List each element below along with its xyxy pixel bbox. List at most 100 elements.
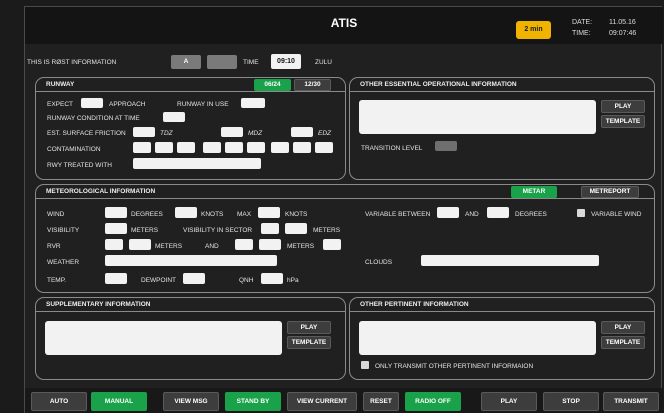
radio-off-button[interactable]: RADIO OFF [405, 392, 461, 411]
runway-in-use-label: RUNWAY IN USE [177, 101, 229, 108]
variable-wind-checkbox[interactable] [577, 209, 585, 217]
rvr-and-label: AND [205, 243, 219, 250]
visibility-sector-label: VISIBILITY IN SECTOR [183, 227, 253, 234]
other-essential-textbox[interactable] [359, 100, 596, 134]
pertinent-textbox[interactable] [359, 321, 596, 355]
runway-in-use-field[interactable] [241, 98, 265, 108]
variable-degrees-label: DEGREES [515, 211, 547, 218]
transition-level-field[interactable] [435, 141, 457, 151]
runway-1230-button[interactable]: 12/30 [294, 79, 331, 91]
reset-button[interactable]: RESET [363, 392, 399, 411]
manual-button[interactable]: MANUAL [91, 392, 147, 411]
contamination-field-3[interactable] [177, 142, 195, 153]
temp-field[interactable] [105, 273, 127, 284]
app-title: ATIS [330, 16, 358, 30]
wind-max-field[interactable] [258, 207, 280, 218]
auto-button[interactable]: AUTO [31, 392, 87, 411]
contamination-field-8[interactable] [293, 142, 311, 153]
rvr-label: RVR [47, 243, 61, 250]
rvr-meters-label: METERS [155, 243, 183, 250]
expect-label: EXPECT [47, 101, 74, 108]
expect-field[interactable] [81, 98, 103, 108]
info-time-field[interactable]: 09:10 [271, 54, 301, 69]
visibility-sector-meters-label: METERS [313, 227, 341, 234]
only-transmit-checkbox[interactable] [361, 361, 369, 369]
other-essential-play-button[interactable]: PLAY [601, 100, 645, 113]
rvr-field-5[interactable] [323, 239, 341, 250]
play-button[interactable]: PLAY [481, 392, 537, 411]
variable-from-field[interactable] [437, 207, 459, 218]
info-prefix: THIS IS RØST INFORMATION [27, 59, 117, 66]
qnh-field[interactable] [261, 273, 283, 284]
degrees-label: DEGREES [131, 211, 163, 218]
variable-wind-label: VARIABLE WIND [591, 211, 642, 218]
time-value: 09:07:46 [609, 30, 637, 37]
clouds-label: CLOUDS [365, 259, 393, 266]
runway-0624-button[interactable]: 06/24 [254, 79, 291, 91]
other-essential-title: OTHER ESSENTIAL OPERATIONAL INFORMATION [360, 81, 517, 88]
info-letter-button[interactable]: A [171, 55, 201, 69]
runway-condition-field[interactable] [163, 112, 185, 122]
rwy-treated-label: RWY TREATED WITH [47, 162, 112, 169]
dewpoint-label: DEWPOINT [141, 277, 177, 284]
other-essential-template-button[interactable]: TEMPLATE [601, 115, 645, 128]
qnh-label: QNH [239, 277, 254, 284]
max-label: MAX [237, 211, 252, 218]
info-letter-next-button[interactable] [207, 55, 237, 69]
title-bar: ATIS 2 min DATE: 11.05.16 TIME: 09:07:46 [25, 7, 663, 44]
tdz-label: TDZ [160, 130, 173, 137]
rvr-field-1[interactable] [105, 239, 123, 250]
clouds-field[interactable] [421, 255, 599, 266]
weather-field[interactable] [105, 255, 277, 266]
contamination-field-5[interactable] [225, 142, 243, 153]
supplementary-template-button[interactable]: TEMPLATE [287, 336, 331, 349]
rvr-field-2[interactable] [129, 239, 151, 250]
weather-label: WEATHER [47, 259, 80, 266]
pertinent-template-button[interactable]: TEMPLATE [601, 336, 645, 349]
metar-button[interactable]: METAR [511, 186, 557, 198]
wind-label: WIND [47, 211, 65, 218]
met-panel: METEOROLOGICAL INFORMATION [35, 184, 655, 293]
contamination-field-1[interactable] [133, 142, 151, 153]
stop-button[interactable]: STOP [543, 392, 599, 411]
dewpoint-field[interactable] [183, 273, 205, 284]
contamination-field-9[interactable] [315, 142, 333, 153]
contamination-field-4[interactable] [203, 142, 221, 153]
pertinent-play-button[interactable]: PLAY [601, 321, 645, 334]
runway-condition-label: RUNWAY CONDITION AT TIME [47, 115, 140, 122]
surface-friction-label: EST. SURFACE FRICTION [47, 130, 126, 137]
contamination-field-2[interactable] [155, 142, 173, 153]
knots-label: KNOTS [201, 211, 224, 218]
contamination-label: CONTAMINATION [47, 146, 101, 153]
metreport-button[interactable]: METREPORT [581, 186, 639, 198]
supplementary-textbox[interactable] [45, 321, 282, 355]
info-time-label: TIME [243, 59, 259, 66]
temp-label: TEMP. [47, 277, 67, 284]
knots-max-label: KNOTS [285, 211, 308, 218]
visibility-sector-meters-field[interactable] [285, 223, 307, 234]
rvr-field-4[interactable] [259, 239, 281, 250]
rwy-treated-field[interactable] [133, 158, 261, 169]
edz-field[interactable] [291, 127, 313, 137]
wind-dir-field[interactable] [105, 207, 127, 218]
date-label: DATE: [572, 19, 593, 26]
only-transmit-label: ONLY TRANSMIT OTHER PERTINENT INFORMAION [375, 363, 534, 370]
visibility-field[interactable] [105, 223, 127, 234]
stand-by-button[interactable]: STAND BY [225, 392, 281, 411]
transmit-button[interactable]: TRANSMIT [603, 392, 659, 411]
view-msg-button[interactable]: VIEW MSG [163, 392, 219, 411]
visibility-sector-field[interactable] [261, 223, 279, 234]
contamination-field-6[interactable] [247, 142, 265, 153]
contamination-field-7[interactable] [271, 142, 289, 153]
visibility-meters-label: METERS [131, 227, 159, 234]
zulu-label: ZULU [315, 59, 332, 66]
supplementary-play-button[interactable]: PLAY [287, 321, 331, 334]
tdz-field[interactable] [133, 127, 155, 137]
mdz-field[interactable] [221, 127, 243, 137]
edz-label: EDZ [318, 130, 331, 137]
view-current-button[interactable]: VIEW CURRENT [287, 392, 357, 411]
rvr-field-3[interactable] [235, 239, 253, 250]
wind-speed-field[interactable] [175, 207, 197, 218]
bottom-button-bar: AUTO MANUAL VIEW MSG STAND BY VIEW CURRE… [25, 388, 663, 413]
variable-to-field[interactable] [487, 207, 509, 218]
